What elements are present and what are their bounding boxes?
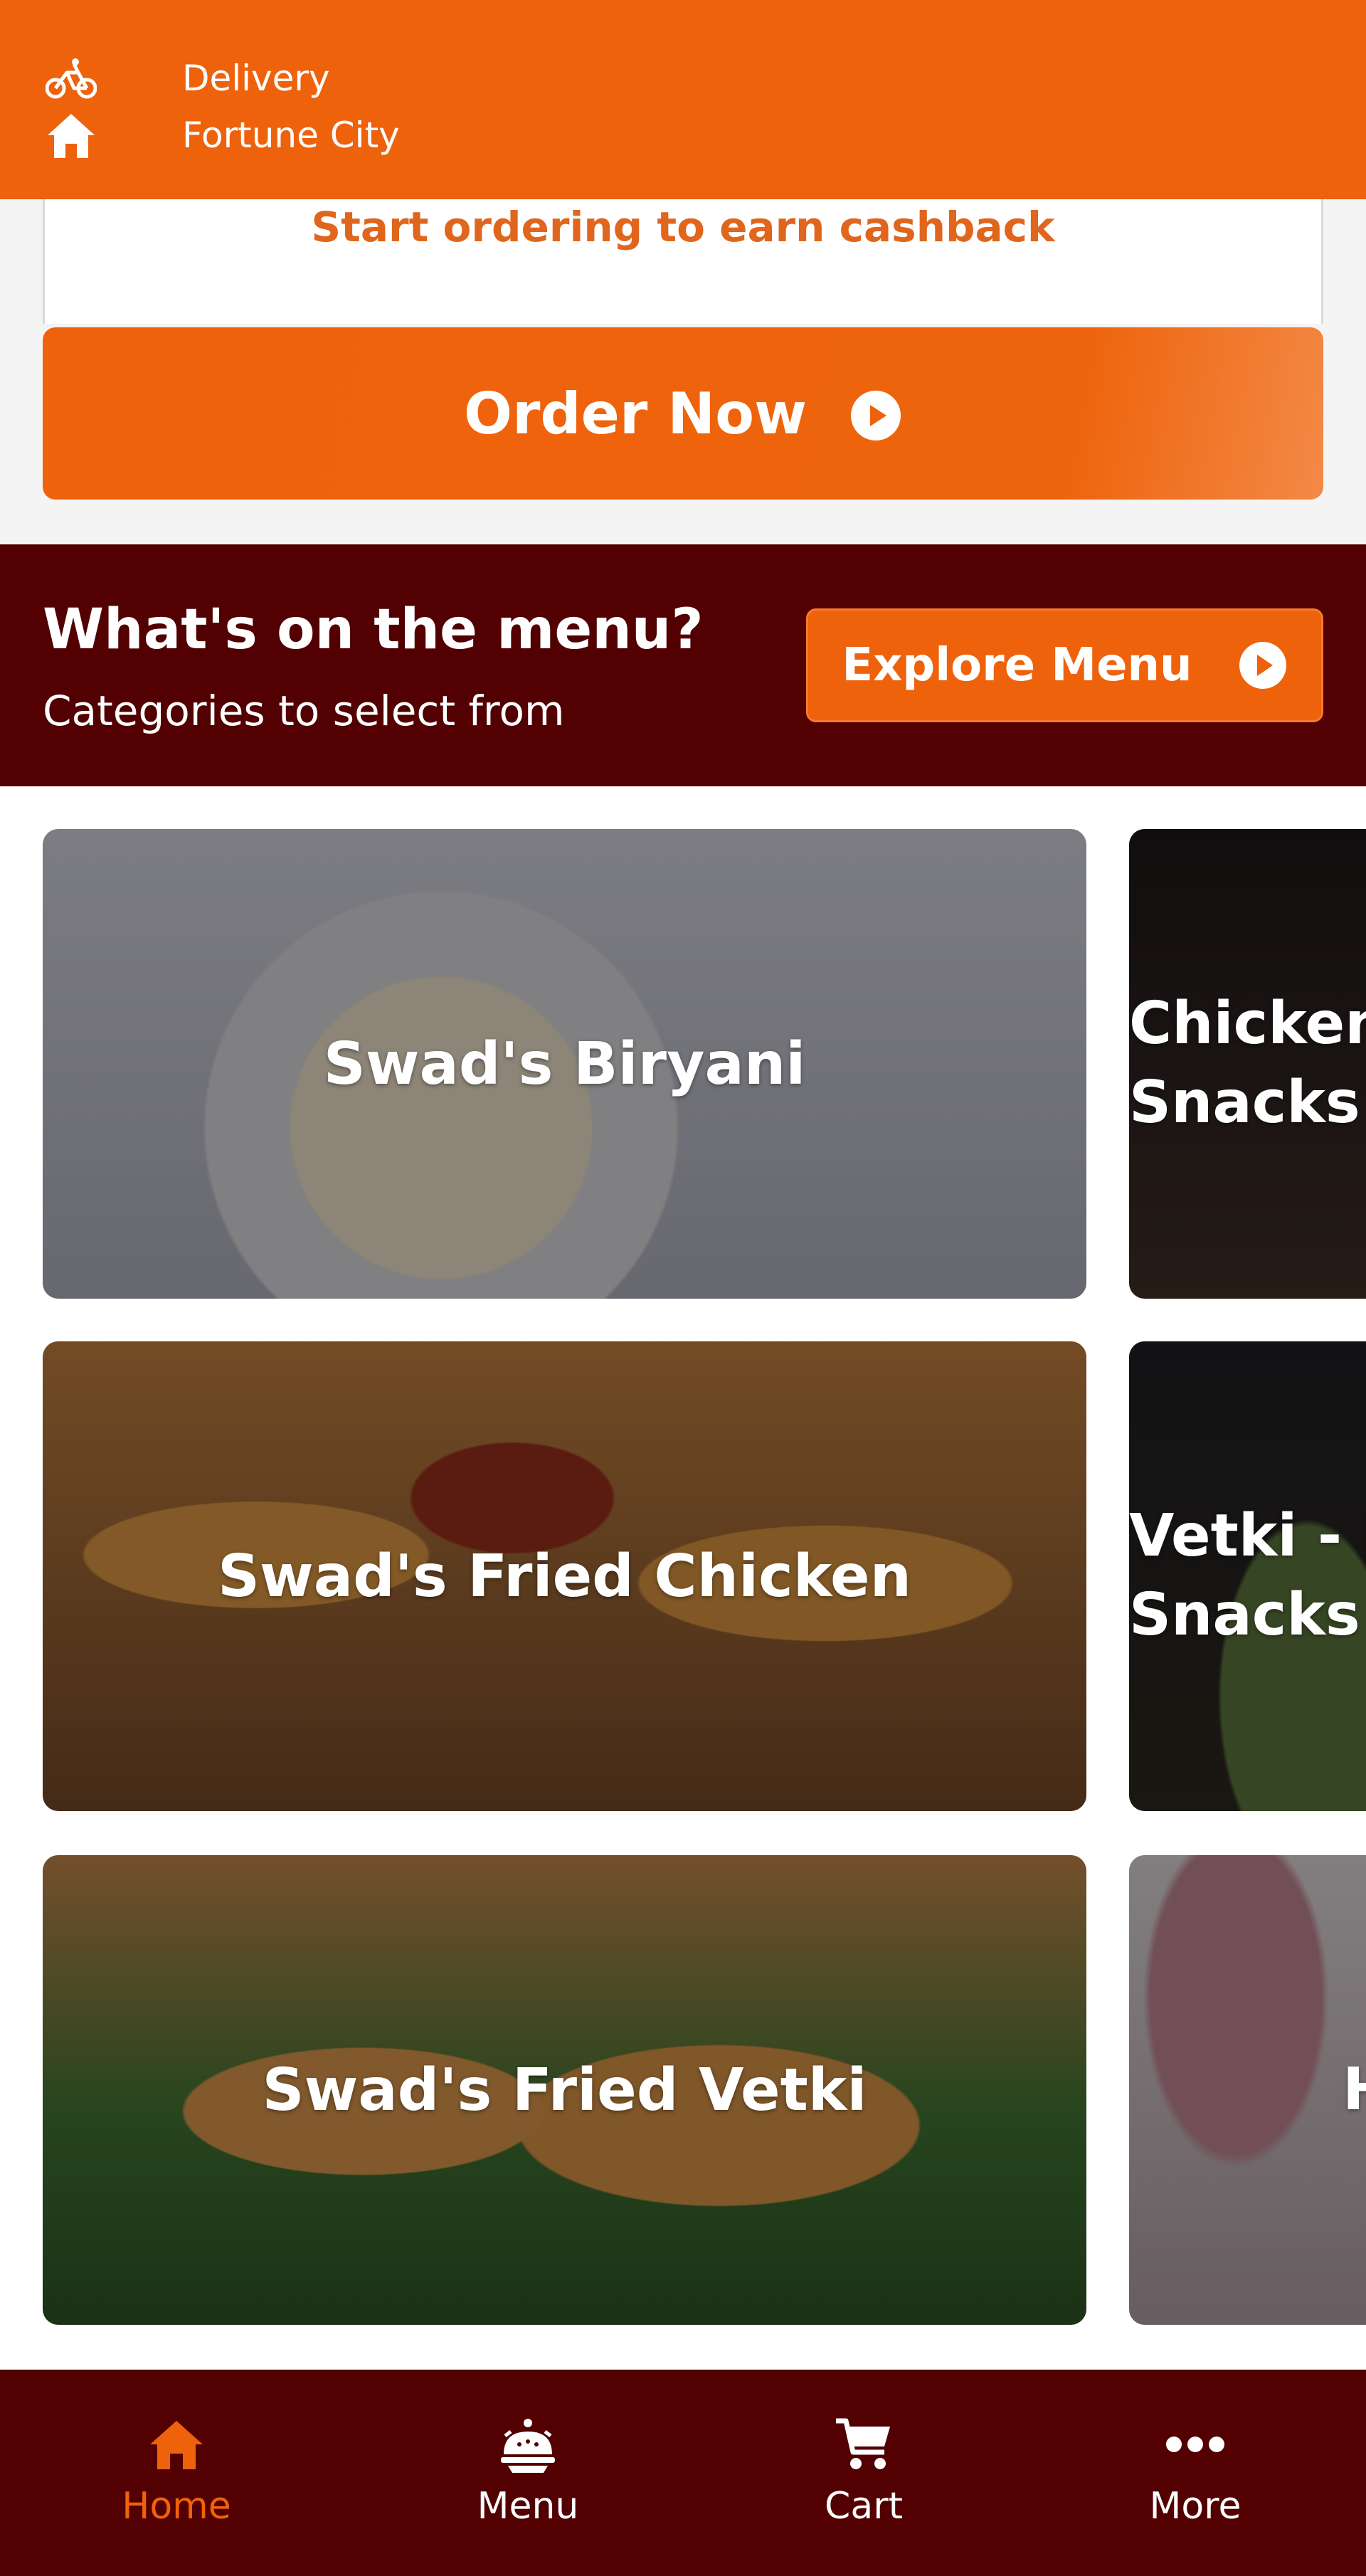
cashback-message: Start ordering to earn cashback [311, 203, 1055, 251]
location-label: Fortune City [182, 115, 400, 156]
top-header: Delivery Fortune City [0, 0, 1366, 199]
delivery-mode-selector[interactable]: Delivery [43, 50, 330, 107]
nav-cart[interactable]: Cart [793, 2370, 935, 2576]
cart-icon [835, 2412, 893, 2476]
home-icon [147, 2412, 206, 2476]
category-card-biryani[interactable]: Swad's Biryani [43, 829, 1086, 1299]
category-card-fried-chicken[interactable]: Swad's Fried Chicken [43, 1341, 1086, 1811]
nav-home[interactable]: Home [105, 2370, 248, 2576]
explore-menu-button[interactable]: Explore Menu [806, 608, 1323, 722]
explore-menu-label: Explore Menu [842, 639, 1192, 692]
play-circle-icon [849, 389, 902, 445]
category-name: Chicken Snacks [1129, 829, 1366, 1299]
category-card-chicken-snacks[interactable]: Chicken Snacks [1129, 829, 1366, 1299]
location-selector[interactable]: Fortune City [43, 107, 400, 164]
cloche-icon [498, 2412, 558, 2476]
category-name: Swad's Fried Vetki [262, 2056, 867, 2124]
category-name-line-2: Snacks [1129, 1069, 1360, 1136]
bottom-navigation: Home Menu Cart More [0, 2370, 1366, 2576]
category-name-line-2: Snacks [1129, 1581, 1360, 1649]
category-card-vetki-snacks[interactable]: Vetki - B Snacks [1129, 1341, 1366, 1811]
menu-section-subtitle: Categories to select from [43, 687, 565, 735]
category-name: Vetki - B Snacks [1129, 1341, 1366, 1811]
nav-cart-label: Cart [825, 2485, 903, 2528]
category-card-fried-vetki[interactable]: Swad's Fried Vetki [43, 1855, 1086, 2325]
category-name: H [1129, 1855, 1366, 2325]
nav-more-label: More [1149, 2485, 1241, 2528]
category-grid: Swad's Biryani Chicken Snacks Swad's Frie… [0, 786, 1366, 2370]
delivery-mode-label: Delivery [182, 58, 330, 99]
order-now-label: Order Now [463, 380, 808, 447]
category-card-partial[interactable]: H [1129, 1855, 1366, 2325]
category-name-line-1: Chicken [1129, 990, 1366, 1058]
home-icon [43, 107, 100, 164]
nav-menu[interactable]: Menu [457, 2370, 599, 2576]
menu-section-title: What's on the menu? [43, 598, 704, 662]
category-name-line-1: Vetki - B [1129, 1502, 1366, 1571]
category-name: Swad's Fried Chicken [217, 1542, 912, 1610]
category-name: Swad's Biryani [323, 1030, 806, 1098]
more-dots-icon [1165, 2412, 1225, 2476]
nav-menu-label: Menu [477, 2485, 579, 2528]
bicycle-icon [43, 50, 100, 107]
play-circle-icon [1238, 640, 1288, 694]
order-now-button[interactable]: Order Now [43, 327, 1323, 500]
nav-home-label: Home [122, 2485, 231, 2528]
nav-more[interactable]: More [1124, 2370, 1266, 2576]
